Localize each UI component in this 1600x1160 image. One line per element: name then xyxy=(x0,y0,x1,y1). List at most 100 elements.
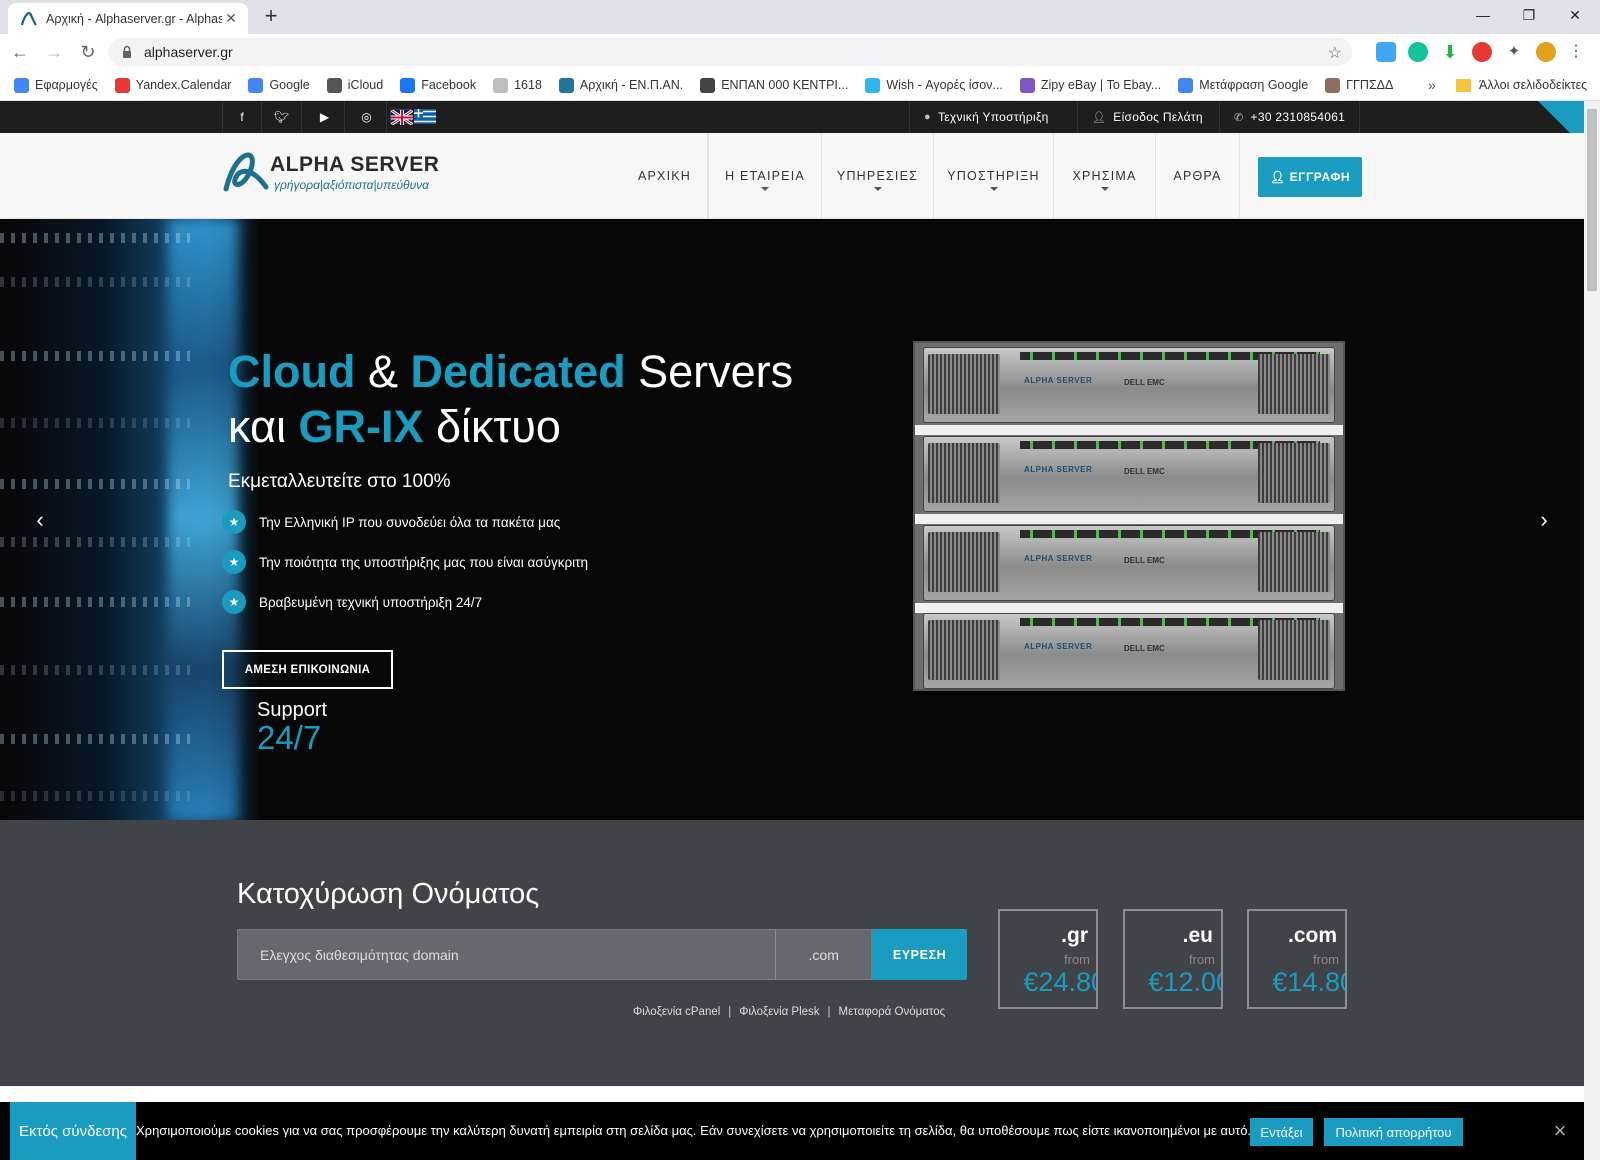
back-icon[interactable]: ← xyxy=(6,38,34,66)
bookmark-item[interactable]: ΕΝΠΑΝ 000 ΚΕΝΤΡΙ... xyxy=(700,77,848,93)
bookmarks-list: Εφαρμογές Yandex.Calendar Google iCloud Face… xyxy=(14,77,1410,93)
bookmark-item[interactable]: Μετάφραση Google xyxy=(1178,77,1308,93)
domain-search-input[interactable] xyxy=(237,929,776,980)
close-icon[interactable]: × xyxy=(1548,1118,1572,1144)
bookmark-item[interactable]: Yandex.Calendar xyxy=(114,77,231,93)
profile-avatar-icon[interactable] xyxy=(1536,42,1556,62)
uk-flag-icon[interactable] xyxy=(390,108,414,127)
bookmark-favicon-icon xyxy=(700,77,716,93)
grammarly-extension-icon[interactable] xyxy=(1408,42,1428,62)
bookmark-item[interactable]: Google xyxy=(248,77,310,93)
bookmarks-bar: Εφαρμογές Yandex.Calendar Google iCloud Face… xyxy=(0,70,1600,101)
bookmark-star-icon[interactable]: ☆ xyxy=(1328,43,1342,63)
server-unit: ALPHA SERVER DELL EMC xyxy=(923,347,1335,423)
bookmark-favicon-icon xyxy=(114,77,130,93)
facebook-icon[interactable]: f xyxy=(222,101,262,133)
price-card-eu[interactable]: .eu from €12.00 xyxy=(1123,909,1223,1009)
extensions-puzzle-icon[interactable]: ✦ xyxy=(1504,42,1524,62)
bookmark-item[interactable]: iCloud xyxy=(326,77,383,93)
close-tab-icon[interactable]: ✕ xyxy=(222,10,240,27)
privacy-policy-button[interactable]: Πολιτική απορρήτου xyxy=(1324,1118,1463,1146)
bookmark-item[interactable]: Facebook xyxy=(400,77,476,93)
minimize-icon[interactable]: — xyxy=(1460,0,1506,30)
price-card-gr[interactable]: .gr from €24.80 xyxy=(998,909,1098,1009)
contact-button[interactable]: ΑΜΕΣΗ ΕΠΙΚΟΙΝΩΝΙΑ xyxy=(222,650,393,689)
bookmark-item[interactable]: 1618 xyxy=(493,77,542,93)
bookmarks-more-icon[interactable]: » xyxy=(1428,77,1436,93)
bookmark-favicon-icon xyxy=(493,77,509,93)
page-scrollbar[interactable] xyxy=(1584,101,1600,1160)
chevron-down-icon xyxy=(761,187,769,191)
rack-divider xyxy=(915,425,1343,435)
nav-support[interactable]: ΥΠΟΣΤΗΡΙΞΗ xyxy=(934,133,1054,219)
hero-dots xyxy=(0,233,190,243)
nav-company[interactable]: Η ΕΤΑΙΡΕΙΑ xyxy=(708,133,822,219)
bookmark-favicon-icon xyxy=(400,77,416,93)
instagram-icon[interactable]: ◎ xyxy=(347,101,387,133)
nav-home[interactable]: ΑΡΧΙΚΗ xyxy=(622,133,708,219)
forward-icon[interactable]: → xyxy=(40,38,68,66)
logo-mark-icon xyxy=(223,152,269,192)
hero-bullet: ★ Την ποιότητα της υποστήριξης μας που εί… xyxy=(222,550,588,574)
tld-select[interactable]: .com xyxy=(775,929,873,980)
site-header: ALPHA SERVER γρήγορα|αξιόπιστα|υπεύθυνα … xyxy=(0,133,1584,219)
offline-badge[interactable]: Εκτός σύνδεσης xyxy=(10,1102,136,1160)
bookmark-item[interactable]: Wish - Αγορές ίσον... xyxy=(865,77,1003,93)
bookmark-item[interactable]: ΓΓΠΣΔΔ xyxy=(1325,77,1393,93)
scrollbar-thumb[interactable] xyxy=(1587,109,1597,291)
adblock-extension-icon[interactable] xyxy=(1472,42,1492,62)
star-icon: ★ xyxy=(222,590,246,614)
url-text: alphaserver.gr xyxy=(144,44,233,60)
support-link[interactable]: ● Τεχνική Υποστήριξη xyxy=(909,101,1063,133)
hero-dots xyxy=(0,665,190,675)
hero-subtitle: Εκμεταλλευτείτε στο 100% xyxy=(228,471,451,492)
plesk-hosting-link[interactable]: Φιλοξενία Plesk xyxy=(739,1006,819,1018)
hero-dots xyxy=(0,597,190,607)
price-card-com[interactable]: .com from €14.80 xyxy=(1247,909,1347,1009)
nav-useful[interactable]: ΧΡΗΣΙΜΑ xyxy=(1054,133,1156,219)
site-logo[interactable]: ALPHA SERVER γρήγορα|αξιόπιστα|υπεύθυνα xyxy=(222,151,452,199)
hero-dots xyxy=(0,277,190,287)
lock-icon xyxy=(123,45,131,58)
youtube-icon[interactable]: ▶ xyxy=(305,101,345,133)
nav-services[interactable]: ΥΠΗΡΕΣΙΕΣ xyxy=(822,133,934,219)
domain-transfer-link[interactable]: Μεταφορά Ονόματος xyxy=(839,1006,946,1018)
bookmark-favicon-icon xyxy=(865,77,881,93)
phone-link[interactable]: ✆ +30 2310854061 xyxy=(1219,101,1361,133)
domain-section: Κατοχύρωση Ονόματος .com ΕΥΡΕΣΗ Φιλοξενί… xyxy=(0,820,1584,1086)
restore-icon[interactable]: ❐ xyxy=(1506,0,1552,30)
signup-button[interactable]: 👤︎ ΕΓΓΡΑΦΗ xyxy=(1258,157,1362,197)
chevron-down-icon xyxy=(873,187,882,191)
twitter-icon[interactable]: 🐦︎ xyxy=(262,101,302,133)
address-bar[interactable]: alphaserver.gr ☆ xyxy=(108,38,1352,66)
new-tab-button[interactable]: + xyxy=(258,4,284,30)
bookmark-favicon-icon xyxy=(14,77,29,93)
other-bookmarks[interactable]: Άλλοι σελιδοδείκτες xyxy=(1456,78,1587,92)
domain-search-form: .com ΕΥΡΕΣΗ xyxy=(237,929,967,980)
cloud-extension-icon[interactable] xyxy=(1376,42,1396,62)
menu-kebab-icon[interactable]: ⋮ xyxy=(1566,42,1586,62)
cpanel-hosting-link[interactable]: Φιλοξενία cPanel xyxy=(633,1006,720,1018)
slider-prev-icon[interactable]: ‹ xyxy=(22,502,58,538)
phone-icon: ✆ xyxy=(1234,111,1244,124)
greek-flag-icon[interactable] xyxy=(414,109,436,124)
client-login-link[interactable]: 👤︎ Είσοδος Πελάτη xyxy=(1077,101,1217,133)
bookmark-item[interactable]: Zipy eBay | Το Ebay... xyxy=(1019,77,1161,93)
domain-search-button[interactable]: ΕΥΡΕΣΗ xyxy=(872,929,967,980)
slider-next-icon[interactable]: › xyxy=(1526,502,1562,538)
download-extension-icon[interactable]: ⬇ xyxy=(1440,42,1460,62)
rack-divider xyxy=(915,603,1343,613)
reload-icon[interactable]: ↻ xyxy=(74,38,102,66)
bookmark-favicon-icon xyxy=(1325,77,1341,93)
cookie-accept-button[interactable]: Εντάξει xyxy=(1250,1118,1313,1146)
tab-title: Αρχική - Alphaserver.gr - Alphas xyxy=(46,11,222,26)
nav-articles[interactable]: ΑΡΘΡΑ xyxy=(1156,133,1240,219)
domain-title: Κατοχύρωση Ονόματος xyxy=(237,878,540,910)
server-unit: ALPHA SERVER DELL EMC xyxy=(923,613,1335,689)
close-window-icon[interactable]: ✕ xyxy=(1552,0,1598,30)
bookmark-item[interactable]: Εφαρμογές xyxy=(14,77,98,93)
bookmark-item[interactable]: Αρχική - ΕΝ.Π.ΑΝ. xyxy=(558,77,683,93)
site-topbar: f 🐦︎ ▶ ◎ ● Τεχνική Υποστήριξη 👤︎ Είσοδος… xyxy=(0,101,1584,147)
browser-tab[interactable]: Αρχική - Alphaserver.gr - Alphas ✕ xyxy=(8,3,248,34)
bookmark-favicon-icon xyxy=(1178,77,1194,93)
